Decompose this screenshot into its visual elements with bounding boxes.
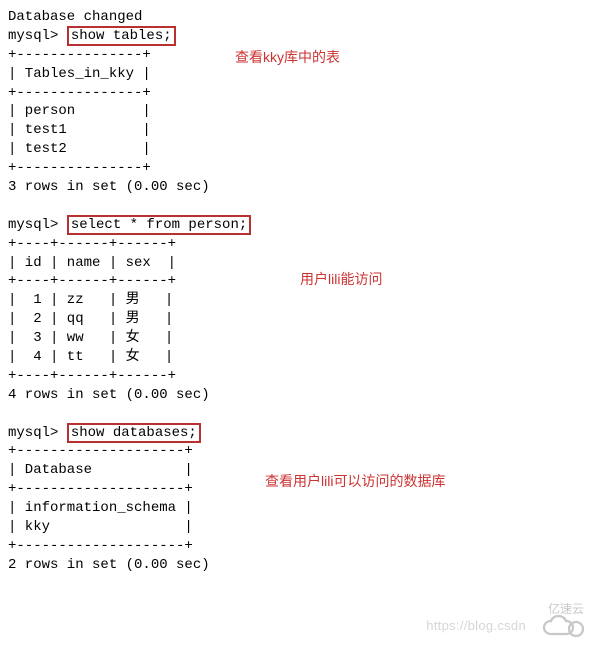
cmd-show-tables: show tables; (67, 26, 176, 46)
cmd-select-person: select * from person; (67, 215, 251, 235)
table3-border: +--------------------+ (8, 481, 193, 497)
cmd-show-databases: show databases; (67, 423, 201, 443)
prompt-2: mysql> (8, 217, 67, 233)
table2-border: +----+------+------+ (8, 236, 176, 252)
table3-row-kky: | kky | (8, 519, 193, 535)
annotation-show-databases: 查看用户lili可以访问的数据库 (265, 472, 445, 490)
table1-border: +---------------+ (8, 47, 151, 63)
table1-border: +---------------+ (8, 160, 151, 176)
table1-row-test1: | test1 | (8, 122, 151, 138)
table3-border: +--------------------+ (8, 443, 193, 459)
table1-header: | Tables_in_kky | (8, 66, 151, 82)
table2-row-1: | 1 | zz | 男 | (8, 292, 173, 308)
table3-border: +--------------------+ (8, 538, 193, 554)
table2-row-2: | 2 | qq | 男 | (8, 311, 173, 327)
table3-header: | Database | (8, 462, 193, 478)
table2-border: +----+------+------+ (8, 368, 176, 384)
line-db-changed: Database changed (8, 9, 142, 25)
table2-row-4: | 4 | tt | 女 | (8, 349, 173, 365)
table2-border: +----+------+------+ (8, 273, 176, 289)
table2-summary: 4 rows in set (0.00 sec) (8, 387, 210, 403)
prompt-3: mysql> (8, 425, 67, 441)
table2-header: | id | name | sex | (8, 255, 176, 271)
watermark-csdn: https://blog.csdn (426, 617, 526, 635)
table1-summary: 3 rows in set (0.00 sec) (8, 179, 210, 195)
prompt-1: mysql> (8, 28, 67, 44)
table1-row-test2: | test2 | (8, 141, 151, 157)
annotation-show-tables: 查看kky库中的表 (235, 48, 340, 66)
table3-row-infoschema: | information_schema | (8, 500, 193, 516)
annotation-select-person: 用户lili能访问 (300, 270, 382, 288)
table3-summary: 2 rows in set (0.00 sec) (8, 557, 210, 573)
table1-row-person: | person | (8, 103, 151, 119)
cloud-icon (540, 613, 586, 641)
table2-row-3: | 3 | ww | 女 | (8, 330, 173, 346)
table1-border: +---------------+ (8, 85, 151, 101)
